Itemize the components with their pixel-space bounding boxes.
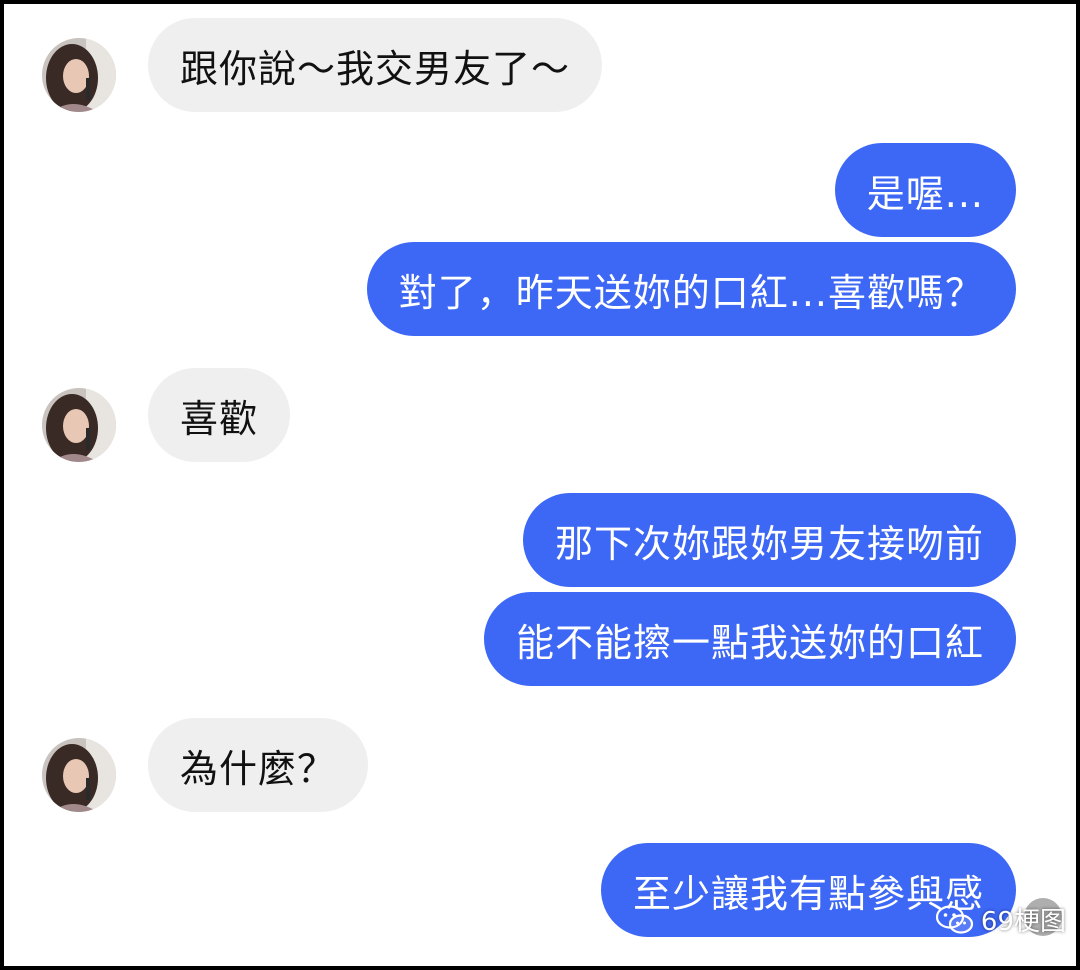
message-bubble-outgoing[interactable]: 那下次妳跟妳男友接吻前 <box>522 493 1016 587</box>
message-bubble-incoming[interactable]: 為什麼？ <box>148 718 369 812</box>
message-bubble-incoming[interactable]: 喜歡 <box>148 368 291 462</box>
message-text: 喜歡 <box>180 396 259 441</box>
message-text: 為什麼？ <box>180 746 337 791</box>
message-bubble-outgoing[interactable]: 能不能擦一點我送妳的口紅 <box>483 592 1016 686</box>
message-bubble-outgoing[interactable]: 對了，昨天送妳的口紅...喜歡嗎？ <box>366 242 1016 336</box>
watermark: 69梗图 <box>935 901 1066 938</box>
wechat-icon <box>935 904 974 934</box>
watermark-text: 69梗图 <box>980 907 1066 937</box>
message-text: 對了，昨天送妳的口紅...喜歡嗎？ <box>398 270 984 315</box>
message-text: 跟你說～我交男友了～ <box>180 46 571 91</box>
message-text: 那下次妳跟妳男友接吻前 <box>554 521 984 566</box>
message-bubble-outgoing[interactable]: 是喔... <box>834 143 1016 237</box>
contact-avatar[interactable] <box>42 388 116 462</box>
contact-avatar[interactable] <box>42 738 116 812</box>
message-text: 是喔... <box>866 171 984 216</box>
message-text: 能不能擦一點我送妳的口紅 <box>515 620 984 665</box>
chat-screenshot: 跟你說～我交男友了～ 是喔... 對了，昨天送妳的口紅...喜歡嗎？ 喜歡 那下… <box>4 4 1076 966</box>
message-text: 至少讓我有點參與感 <box>632 871 984 916</box>
message-bubble-incoming[interactable]: 跟你說～我交男友了～ <box>148 18 603 112</box>
contact-avatar[interactable] <box>42 38 116 112</box>
